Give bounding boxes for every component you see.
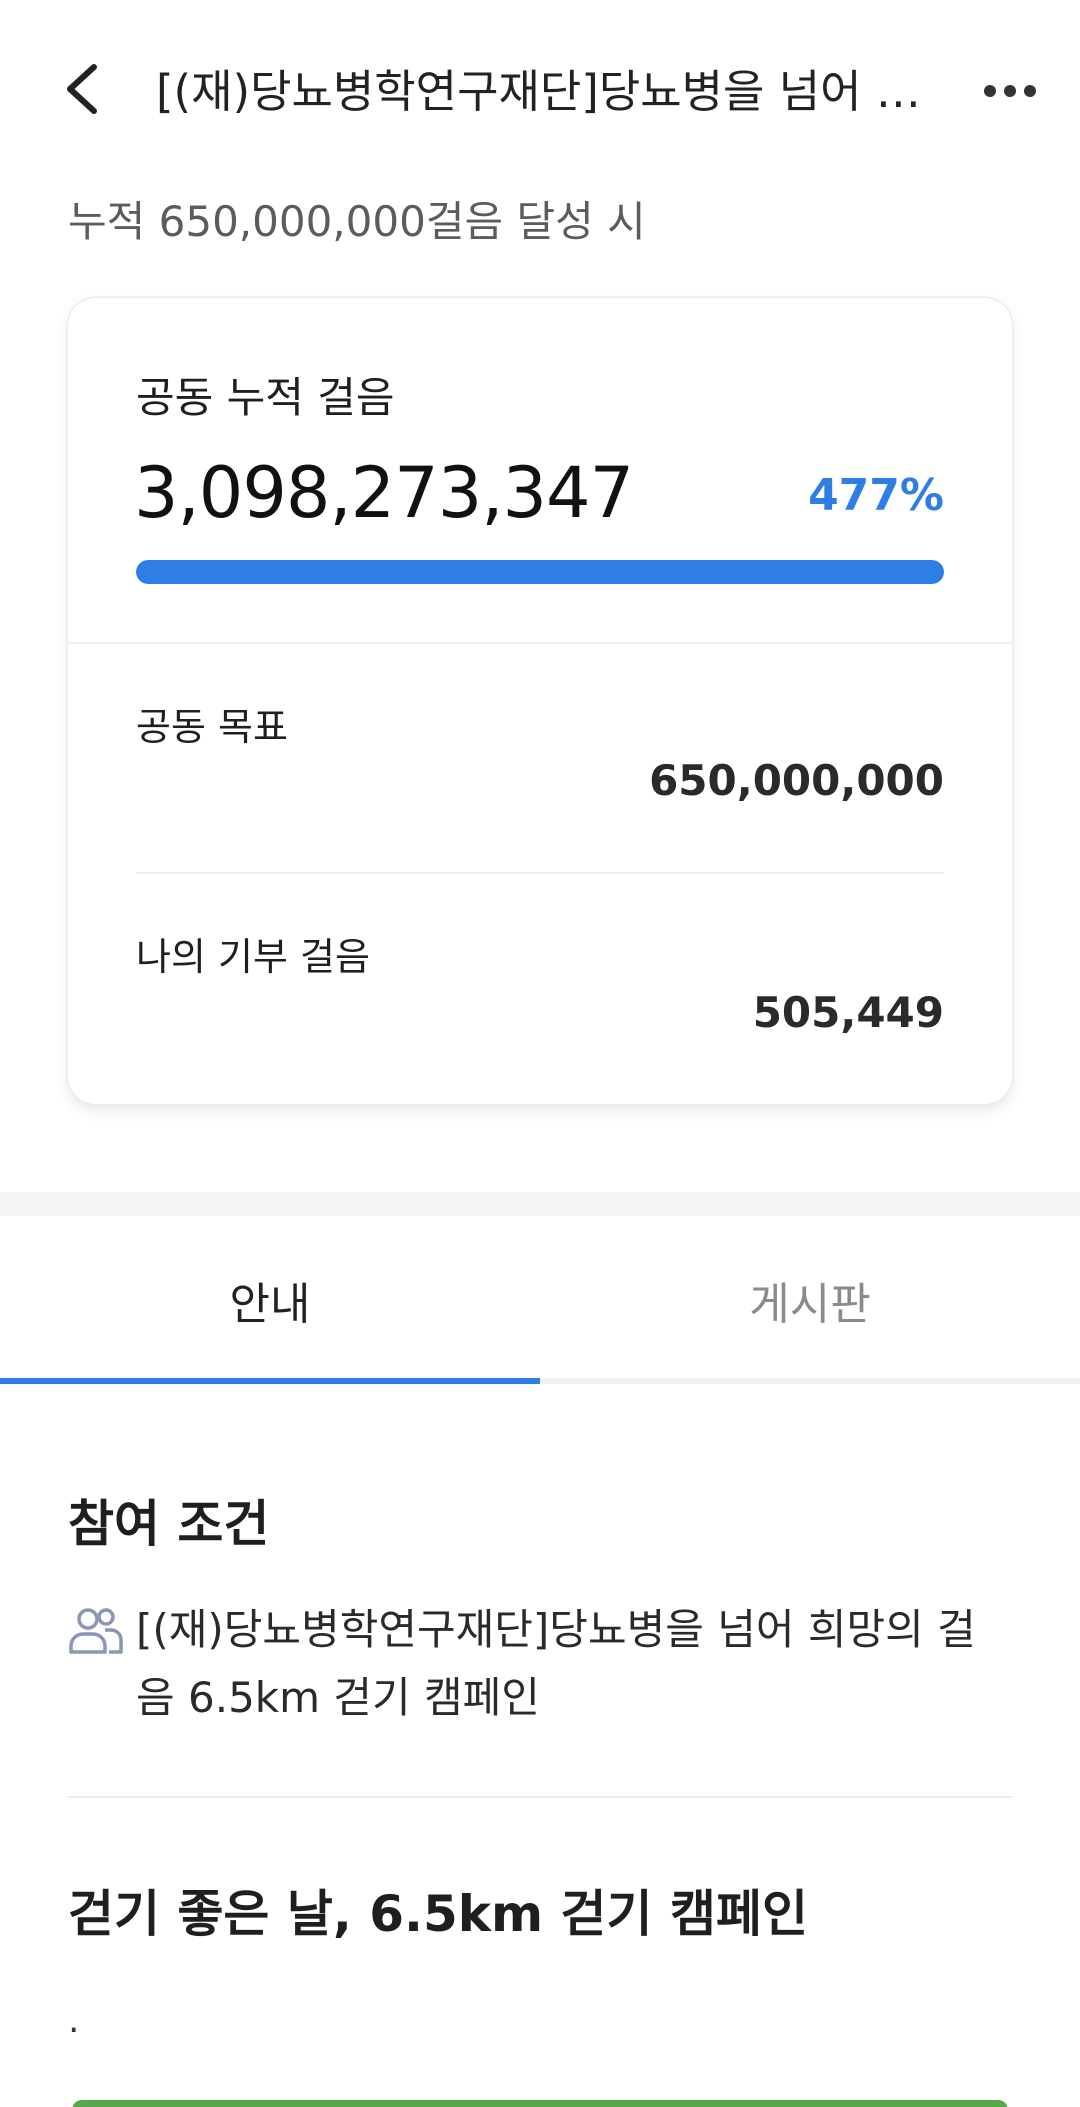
goal-value: 650,000,000 [649, 756, 944, 805]
tab-info[interactable]: 안내 [0, 1216, 540, 1384]
my-steps-value: 505,449 [752, 988, 944, 1037]
goal-caption: 누적 650,000,000걸음 달성 시 [68, 197, 646, 246]
app-header: [(재)당뇨병학연구재단]당뇨병을 넘어 … [0, 0, 1080, 184]
challenge-detail-screen: [(재)당뇨병학연구재단]당뇨병을 넘어 … 누적 650,000,000걸음 … [0, 0, 1080, 2107]
more-horizontal-icon [983, 83, 1037, 102]
card-divider [68, 642, 1012, 644]
chevron-left-icon [62, 61, 102, 121]
people-icon [68, 1606, 124, 1656]
condition-text: [(재)당뇨병학연구재단]당뇨병을 넘어 희망의 걸음 6.5km 걷기 캠페인 [136, 1605, 976, 1722]
total-steps-label: 공동 누적 걸음 [136, 373, 395, 422]
tab-board[interactable]: 게시판 [540, 1216, 1080, 1384]
more-options-button[interactable] [970, 62, 1050, 122]
steps-summary-card: 공동 누적 걸음 3,098,273,347 477% 공동 목표 650,00… [68, 298, 1012, 1104]
back-button[interactable] [52, 56, 112, 126]
my-steps-label: 나의 기부 걸음 [136, 935, 370, 979]
goal-label: 공동 목표 [136, 705, 288, 749]
progress-bar-fill [136, 560, 944, 584]
total-steps-value: 3,098,273,347 [134, 452, 634, 534]
content-divider [68, 1796, 1012, 1798]
section-gap [0, 1192, 1080, 1216]
conditions-heading: 참여 조건 [68, 1495, 270, 1553]
total-steps-percent: 477% [808, 470, 944, 521]
campaign-banner-edge [72, 2100, 1008, 2107]
tab-active-indicator [0, 1378, 540, 1384]
campaign-heading: 걷기 좋은 날, 6.5km 걷기 캠페인 [68, 1885, 808, 1943]
progress-bar [136, 560, 944, 584]
row-divider [136, 872, 944, 874]
campaign-body: . [68, 2000, 80, 2041]
tab-bar: 안내 게시판 [0, 1216, 1080, 1384]
page-title: [(재)당뇨병학연구재단]당뇨병을 넘어 … [156, 65, 921, 118]
